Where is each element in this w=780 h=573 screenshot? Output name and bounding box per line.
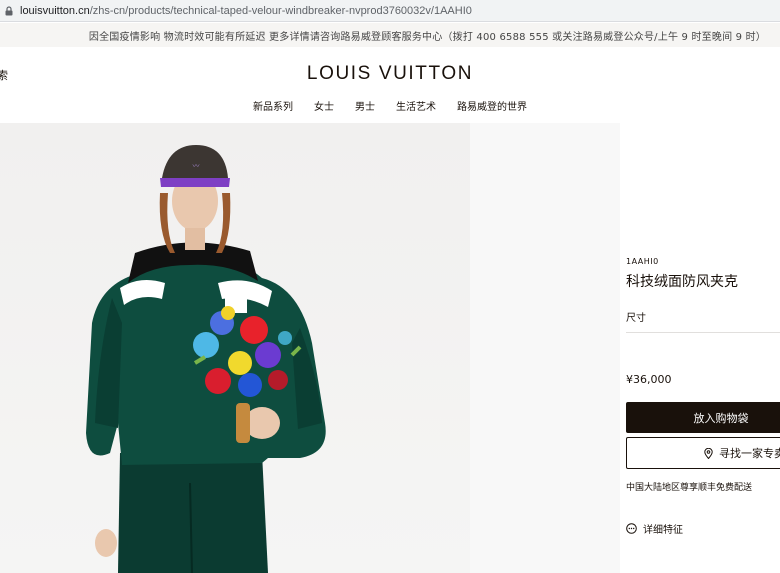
product-sku: 1AAHI0: [626, 257, 659, 266]
nav-item-women[interactable]: 女士: [314, 98, 334, 113]
more-details-icon: [626, 523, 637, 534]
location-pin-icon: [704, 448, 713, 459]
image-secondary-pane: [470, 123, 620, 573]
nav-item-new[interactable]: 新品系列: [253, 98, 293, 113]
nav-item-men[interactable]: 男士: [355, 98, 375, 113]
nav-item-world[interactable]: 路易威登的世界: [457, 98, 527, 113]
brand-logo[interactable]: LOUIS VUITTON: [0, 63, 780, 85]
details-label: 详细特征: [643, 525, 683, 536]
nav-item-living[interactable]: 生活艺术: [396, 98, 436, 113]
main-nav: 新品系列 女士 男士 生活艺术 路易威登的世界: [0, 98, 780, 113]
find-store-button[interactable]: 寻找一家专卖店: [626, 437, 780, 469]
url-host: louisvuitton.cn: [20, 4, 90, 17]
size-label: 尺寸: [626, 313, 646, 324]
address-bar[interactable]: louisvuitton.cn/zhs-cn/products/technica…: [0, 0, 780, 22]
model-illustration: 〰: [86, 145, 326, 573]
lock-icon: [5, 5, 13, 15]
product-details-toggle[interactable]: 详细特征: [626, 521, 683, 536]
product-price: ¥36,000: [626, 373, 672, 386]
url-path: /zhs-cn/products/technical-taped-velour-…: [89, 4, 472, 17]
size-selector[interactable]: 尺寸: [626, 309, 780, 333]
delivery-note: 中国大陆地区尊享顺丰免费配送: [626, 483, 753, 493]
product-title: 科技绒面防风夹克: [626, 274, 738, 290]
add-to-cart-label: 放入购物袋: [693, 411, 749, 425]
find-store-label: 寻找一家专卖店: [719, 447, 780, 460]
notice-text: 因全国疫情影响 物流时效可能有所延迟 更多详情请咨询路易威登顾客服务中心（拨打 …: [88, 31, 766, 43]
notice-banner: 因全国疫情影响 物流时效可能有所延迟 更多详情请咨询路易威登顾客服务中心（拨打 …: [0, 23, 780, 47]
product-info-panel: 1AAHI0 科技绒面防风夹克 尺寸 ¥36,000 放入购物袋 寻找一家专卖店…: [626, 123, 780, 573]
site-header: 索 LOUIS VUITTON 新品系列 女士 男士 生活艺术 路易威登的世界: [0, 47, 780, 123]
add-to-cart-button[interactable]: 放入购物袋: [626, 402, 780, 433]
svg-text:〰: 〰: [193, 162, 200, 170]
product-image[interactable]: 〰: [0, 123, 470, 573]
